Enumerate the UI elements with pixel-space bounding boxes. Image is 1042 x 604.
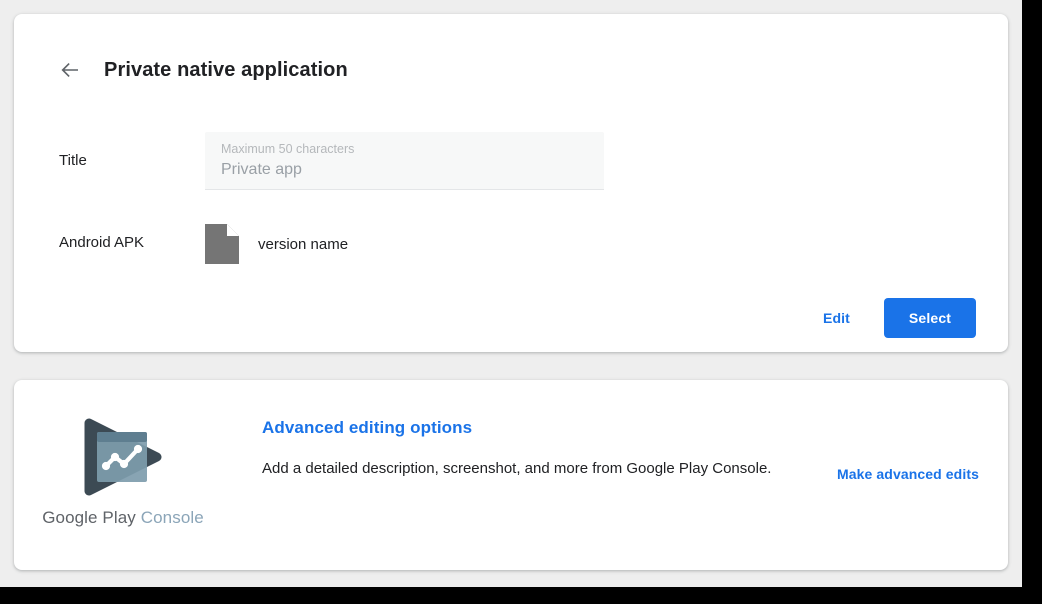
edit-button[interactable]: Edit bbox=[813, 302, 860, 334]
window-edge-right bbox=[1022, 0, 1042, 587]
app-root: Private native application Title Maximum… bbox=[0, 0, 1042, 604]
file-document-icon bbox=[205, 224, 239, 264]
window-edge-bottom bbox=[0, 587, 1042, 604]
title-input[interactable]: Maximum 50 characters Private app bbox=[205, 132, 604, 190]
card-actions: Edit Select bbox=[813, 298, 976, 338]
apk-version-name: version name bbox=[258, 235, 349, 253]
arrow-left-icon bbox=[61, 62, 78, 78]
advanced-editing-description: Add a detailed description, screenshot, … bbox=[262, 460, 772, 477]
google-play-console-wordmark: Google Play Console bbox=[38, 508, 208, 528]
advanced-editing-text: Advanced editing options Add a detailed … bbox=[262, 418, 822, 480]
card-header: Private native application bbox=[58, 58, 348, 82]
google-play-console-branding: Google Play Console bbox=[38, 418, 208, 528]
select-button[interactable]: Select bbox=[884, 298, 976, 338]
wordmark-console: Console bbox=[140, 508, 204, 527]
page-title: Private native application bbox=[104, 58, 348, 81]
android-apk-label: Android APK bbox=[59, 234, 145, 251]
wordmark-google-play: Google Play bbox=[42, 508, 136, 527]
android-apk-row: version name bbox=[205, 224, 348, 264]
advanced-editing-title-link[interactable]: Advanced editing options bbox=[262, 418, 472, 438]
back-button[interactable] bbox=[58, 58, 82, 82]
title-field-label: Title bbox=[59, 152, 87, 169]
private-app-card: Private native application Title Maximum… bbox=[14, 14, 1008, 352]
google-play-console-logo bbox=[84, 418, 162, 496]
title-input-value: Private app bbox=[221, 161, 302, 178]
make-advanced-edits-link[interactable]: Make advanced edits bbox=[837, 466, 979, 482]
title-input-hint: Maximum 50 characters bbox=[221, 142, 355, 156]
